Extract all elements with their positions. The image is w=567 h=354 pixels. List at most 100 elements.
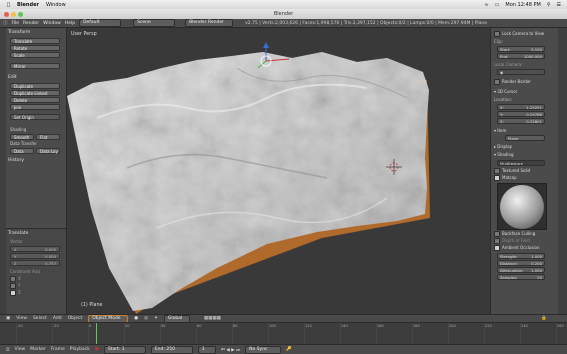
vector-z-field[interactable]: Z 0.737 <box>10 260 60 266</box>
scene-select[interactable]: Scene <box>133 19 176 27</box>
screen-layout-select[interactable]: Default <box>79 19 122 27</box>
start-frame-field[interactable]: Start: 1 <box>103 345 146 354</box>
item-panel-title[interactable]: ▾ Item <box>494 128 547 134</box>
info-editor-icon[interactable]: ⓘ <box>3 20 8 26</box>
object-menu[interactable]: Object <box>68 316 83 321</box>
minimize-window-icon[interactable] <box>11 11 16 17</box>
manipulator-icon[interactable]: ✦ <box>154 316 158 321</box>
playback-controls[interactable]: ⏮ ◀ ▶ ⏭ <box>221 347 240 353</box>
frame-menu[interactable]: Frame <box>51 347 65 352</box>
current-frame-marker[interactable] <box>96 323 97 345</box>
cursor-x-field[interactable]: X: 1.25251 <box>497 104 545 110</box>
timeline-view-menu[interactable]: View <box>15 347 26 352</box>
constraint-x-checkbox[interactable]: X <box>10 276 21 282</box>
vector-x-field[interactable]: X 0.000 <box>10 246 60 252</box>
menu-window[interactable]: Window <box>43 21 61 26</box>
menu-file[interactable]: File <box>12 21 20 26</box>
history-panel-title[interactable]: History <box>8 158 62 164</box>
search-icon[interactable]: ⚲ <box>547 2 551 8</box>
window-title: Blender <box>273 11 294 17</box>
shading-mode-select[interactable]: Multitexture <box>497 160 545 166</box>
vector-y-field[interactable]: Y 0.000 <box>10 253 60 259</box>
constraint-y-checkbox[interactable]: Y <box>10 283 20 289</box>
join-button[interactable]: Join <box>10 104 60 110</box>
pivot-icon[interactable]: ◎ <box>144 316 148 321</box>
tool-shelf-tabs[interactable] <box>0 28 6 314</box>
add-menu[interactable]: Add <box>53 316 62 321</box>
viewport-shading-icon[interactable]: ● <box>134 316 138 321</box>
constraint-z-checkbox[interactable]: Z <box>10 290 21 296</box>
ao-attenuation-field[interactable]: Attenuation: 1.000 <box>497 267 545 273</box>
data-layout-button[interactable]: Data Lay <box>36 148 60 154</box>
ao-samples-field[interactable]: Samples: 20 <box>497 274 545 280</box>
close-window-icon[interactable] <box>4 11 9 17</box>
menu-render[interactable]: Render <box>23 21 39 26</box>
end-frame-field[interactable]: End: 250 <box>150 345 193 354</box>
layers-icon[interactable]: ▦▦▦▦ <box>204 316 221 321</box>
3d-viewport[interactable]: User Persp (1) Plane <box>67 28 489 314</box>
edit-panel-title[interactable]: Edit <box>8 75 62 81</box>
local-camera-field[interactable]: ◉ <box>497 69 545 75</box>
matcap-sphere <box>500 185 544 229</box>
menu-list-icon[interactable]: ☰ <box>557 2 561 8</box>
sync-select[interactable]: No Sync <box>245 345 282 354</box>
shading-panel-title[interactable]: ▾ Shading <box>494 152 547 158</box>
textured-solid-checkbox[interactable]: Textured Solid <box>494 168 547 174</box>
apple-icon[interactable]:  <box>7 2 10 8</box>
translate-button[interactable]: Translate <box>10 38 60 44</box>
backface-culling-checkbox[interactable]: Backface Culling <box>494 231 547 237</box>
operator-title[interactable]: Translate <box>8 231 62 237</box>
timeline-tick-label: 0 <box>89 324 92 328</box>
app-menu[interactable]: Blender <box>17 2 39 8</box>
ao-distance-field[interactable]: Distance: 0.200 <box>497 260 545 266</box>
snap-icon[interactable]: 🔒 <box>541 316 547 321</box>
matcap-checkbox[interactable]: Matcap <box>494 175 547 181</box>
mirror-button[interactable]: Mirror <box>10 63 60 69</box>
editor-type-icon[interactable]: ▣ <box>6 316 10 321</box>
3d-cursor-panel-title[interactable]: ▾ 3D Cursor <box>494 89 547 95</box>
clock[interactable]: Mon 12:48 PM <box>505 2 540 8</box>
duplicate-button[interactable]: Duplicate <box>10 83 60 89</box>
set-origin-select[interactable]: Set Origin <box>10 114 60 120</box>
playback-menu[interactable]: Playback <box>70 347 90 352</box>
timeline-tick-label: 80 <box>233 324 238 328</box>
render-engine-select[interactable]: Blender Render <box>185 19 234 27</box>
timeline-tick-label: 220 <box>485 324 492 328</box>
flat-button[interactable]: Flat <box>36 134 60 140</box>
properties-scrollbar[interactable] <box>558 28 567 314</box>
marker-menu[interactable]: Marker <box>30 347 46 352</box>
smooth-button[interactable]: Smooth <box>10 134 34 140</box>
ao-strength-field[interactable]: Strength: 1.000 <box>497 253 545 259</box>
lock-camera-checkbox[interactable]: Lock Camera to View <box>494 31 547 37</box>
view-menu[interactable]: View <box>16 316 27 321</box>
ambient-occlusion-checkbox[interactable]: Ambient Occlusion <box>494 245 547 251</box>
record-icon[interactable]: ● <box>95 347 99 352</box>
render-border-checkbox[interactable]: Render Border <box>494 79 547 85</box>
duplicate-linked-button[interactable]: Duplicate Linked <box>10 90 60 96</box>
active-object-label: (1) Plane <box>81 303 103 308</box>
depth-of-field-checkbox[interactable]: Depth of Field <box>494 238 547 244</box>
wifi-icon[interactable]: ≈ <box>484 2 488 8</box>
item-name-field[interactable]: Plane <box>505 135 545 141</box>
info-header: ⓘ File Render Window Help Default Scene … <box>0 19 567 28</box>
cursor-z-field[interactable]: Z: 0.32801 <box>497 118 545 124</box>
transform-panel-title[interactable]: Transform <box>8 30 62 36</box>
scale-button[interactable]: Scale <box>10 52 60 58</box>
timeline-editor-icon[interactable]: ⏱ <box>6 347 10 353</box>
display-panel-title[interactable]: ▸ Display <box>494 144 547 150</box>
matcap-preview[interactable] <box>497 183 547 230</box>
rotate-button[interactable]: Rotate <box>10 45 60 51</box>
zoom-window-icon[interactable] <box>18 11 23 17</box>
current-frame-field[interactable]: 1 <box>197 345 216 354</box>
battery-icon[interactable]: ▭ <box>495 2 500 8</box>
menu-help[interactable]: Help <box>65 21 75 26</box>
data-transfer-button[interactable]: Data <box>10 148 34 154</box>
timeline[interactable]: -40 -20 0 20 40 60 80 100 120 140 160 180 200 220 240 2… <box>0 322 567 345</box>
keying-icon[interactable]: 🔑 <box>286 347 292 352</box>
cursor-y-field[interactable]: Y: 0.24788 <box>497 111 545 117</box>
window-menu[interactable]: Window <box>46 2 66 8</box>
clip-end-field[interactable]: End: 1000.000 <box>497 53 545 59</box>
select-menu[interactable]: Select <box>33 316 47 321</box>
clip-start-field[interactable]: Start: 0.100 <box>497 46 545 52</box>
delete-button[interactable]: Delete <box>10 97 60 103</box>
